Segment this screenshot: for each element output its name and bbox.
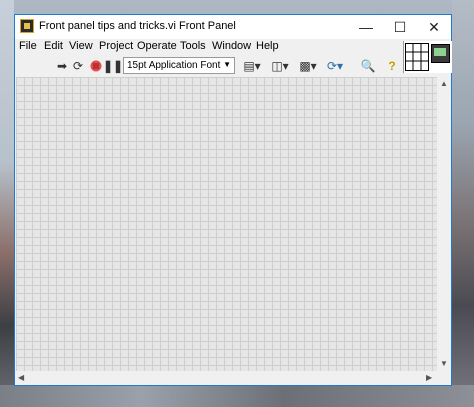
menu-bar: File Edit View Project Operate Tools Win…: [15, 39, 403, 55]
vi-icon-screen: [434, 48, 446, 56]
menu-tools[interactable]: Tools: [180, 40, 206, 52]
run-arrow-icon[interactable]: ➡: [55, 58, 69, 73]
search-icon[interactable]: 🔍: [360, 58, 376, 73]
menu-project[interactable]: Project: [99, 40, 133, 52]
abort-stop-icon: [90, 60, 102, 71]
scroll-right-icon[interactable]: ▶: [426, 373, 432, 382]
vertical-scrollbar[interactable]: ▲ ▼: [437, 77, 450, 371]
minimize-icon[interactable]: —: [349, 15, 383, 39]
menu-file[interactable]: File: [19, 40, 37, 52]
abort-execution-button[interactable]: [89, 58, 103, 73]
toolbar: ➡ ⟳ ❚❚ 15pt Application Font ▼ ▤▾ ◫▾ ▩▾ …: [15, 55, 403, 77]
align-objects-icon[interactable]: ▤▾: [240, 58, 264, 73]
text-settings-dropdown[interactable]: 15pt Application Font ▼: [123, 57, 235, 74]
menu-window[interactable]: Window: [212, 40, 251, 52]
menu-operate[interactable]: Operate: [137, 40, 177, 52]
desktop-background-left: [0, 0, 14, 407]
close-icon[interactable]: ✕: [417, 15, 451, 39]
chevron-down-icon: ▼: [223, 60, 231, 69]
scroll-left-icon[interactable]: ◀: [18, 373, 24, 382]
window-title: Front panel tips and tricks.vi Front Pan…: [39, 20, 236, 32]
resize-objects-icon[interactable]: ▩▾: [296, 58, 320, 73]
run-continuously-icon[interactable]: ⟳: [71, 58, 85, 73]
reorder-icon[interactable]: ⟳▾: [323, 58, 347, 73]
maximize-icon[interactable]: ☐: [383, 15, 417, 39]
desktop-background-right: [452, 0, 474, 407]
scroll-down-icon[interactable]: ▼: [440, 359, 448, 368]
front-panel-grid[interactable]: [16, 77, 437, 371]
font-value: 15pt Application Font: [127, 60, 221, 71]
menu-view[interactable]: View: [69, 40, 93, 52]
menu-help[interactable]: Help: [256, 40, 279, 52]
connector-pane-area: [403, 41, 452, 73]
context-help-icon[interactable]: ?: [385, 58, 399, 73]
desktop-background-bottom: [0, 385, 474, 407]
vi-icon[interactable]: [431, 44, 450, 63]
horizontal-scrollbar[interactable]: ◀ ▶: [16, 371, 437, 384]
scroll-up-icon[interactable]: ▲: [440, 79, 448, 88]
pause-icon[interactable]: ❚❚: [103, 58, 123, 73]
distribute-objects-icon[interactable]: ◫▾: [268, 58, 292, 73]
menu-edit[interactable]: Edit: [44, 40, 63, 52]
title-bar[interactable]: Front panel tips and tricks.vi Front Pan…: [15, 15, 451, 39]
front-panel-window: Front panel tips and tricks.vi Front Pan…: [14, 14, 452, 386]
labview-vi-icon[interactable]: [20, 19, 34, 33]
